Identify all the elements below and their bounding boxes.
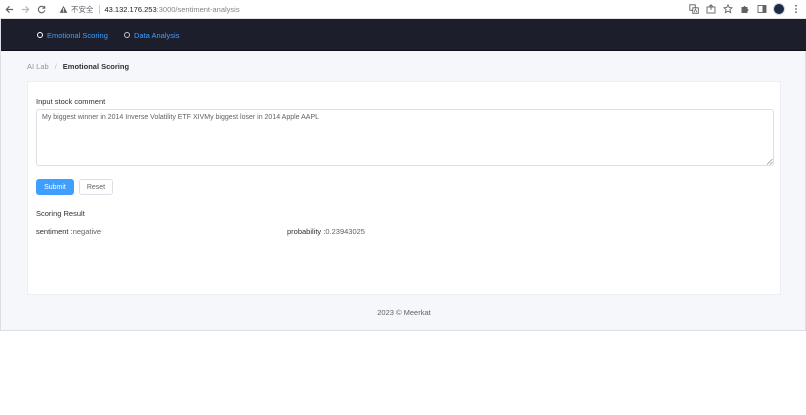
breadcrumb-item-current: Emotional Scoring bbox=[62, 62, 130, 71]
nav-item-label: Emotional Scoring bbox=[47, 30, 108, 40]
url-host: 43.132.176.253 bbox=[104, 4, 157, 14]
nav-item-label: Data Analysis bbox=[134, 30, 180, 40]
comment-field-label: Input stock comment bbox=[36, 97, 106, 106]
more-vertical-icon[interactable] bbox=[790, 3, 802, 15]
reload-icon[interactable] bbox=[35, 3, 48, 16]
submit-button[interactable]: Submit bbox=[36, 179, 74, 195]
probability-value: 0.23943025 bbox=[325, 227, 365, 236]
back-arrow-icon[interactable] bbox=[3, 3, 16, 16]
circle-dot-icon bbox=[37, 32, 43, 38]
translate-icon[interactable] bbox=[688, 3, 700, 15]
side-panel-icon[interactable] bbox=[756, 3, 768, 15]
scoring-result-title: Scoring Result bbox=[36, 209, 85, 218]
browser-actions bbox=[688, 2, 802, 16]
address-bar[interactable]: 不安全 43.132.176.253:3000/sentiment-analys… bbox=[55, 2, 685, 16]
nav-item-data-analysis[interactable]: Data Analysis bbox=[124, 19, 179, 51]
sentiment-result: sentiment :negative bbox=[36, 227, 101, 236]
breadcrumb-separator: / bbox=[54, 62, 57, 71]
browser-toolbar: 不安全 43.132.176.253:3000/sentiment-analys… bbox=[0, 0, 806, 19]
sentiment-key: sentiment : bbox=[36, 227, 73, 236]
resize-grip-icon[interactable] bbox=[766, 158, 773, 165]
reset-button[interactable]: Reset bbox=[79, 179, 113, 195]
probability-key: probability : bbox=[287, 227, 326, 236]
url-divider bbox=[98, 4, 100, 14]
app-container: Emotional Scoring Data Analysis AI Lab /… bbox=[0, 19, 806, 331]
probability-result: probability :0.23943025 bbox=[287, 227, 365, 236]
profile-avatar[interactable] bbox=[773, 3, 785, 15]
share-icon[interactable] bbox=[705, 3, 717, 15]
circle-dot-icon bbox=[124, 32, 130, 38]
scoring-card: Input stock comment My biggest winner in… bbox=[27, 81, 781, 295]
forward-arrow-icon[interactable] bbox=[19, 3, 32, 16]
breadcrumb-item-ai-lab[interactable]: AI Lab bbox=[27, 62, 49, 71]
footer-copyright: 2023 © Meerkat bbox=[377, 308, 431, 317]
breadcrumb: AI Lab / Emotional Scoring bbox=[27, 62, 129, 71]
extensions-puzzle-icon[interactable] bbox=[739, 3, 751, 15]
nav-item-emotional-scoring[interactable]: Emotional Scoring bbox=[37, 19, 108, 51]
top-navigation: Emotional Scoring Data Analysis bbox=[1, 19, 806, 51]
bookmark-star-icon[interactable] bbox=[722, 3, 734, 15]
stock-comment-input[interactable]: My biggest winner in 2014 Inverse Volati… bbox=[36, 109, 774, 166]
url-path: :3000/sentiment-analysis bbox=[156, 4, 240, 14]
security-status: 不安全 bbox=[71, 4, 94, 14]
warning-triangle-icon bbox=[59, 5, 68, 14]
sentiment-value: negative bbox=[72, 227, 102, 236]
